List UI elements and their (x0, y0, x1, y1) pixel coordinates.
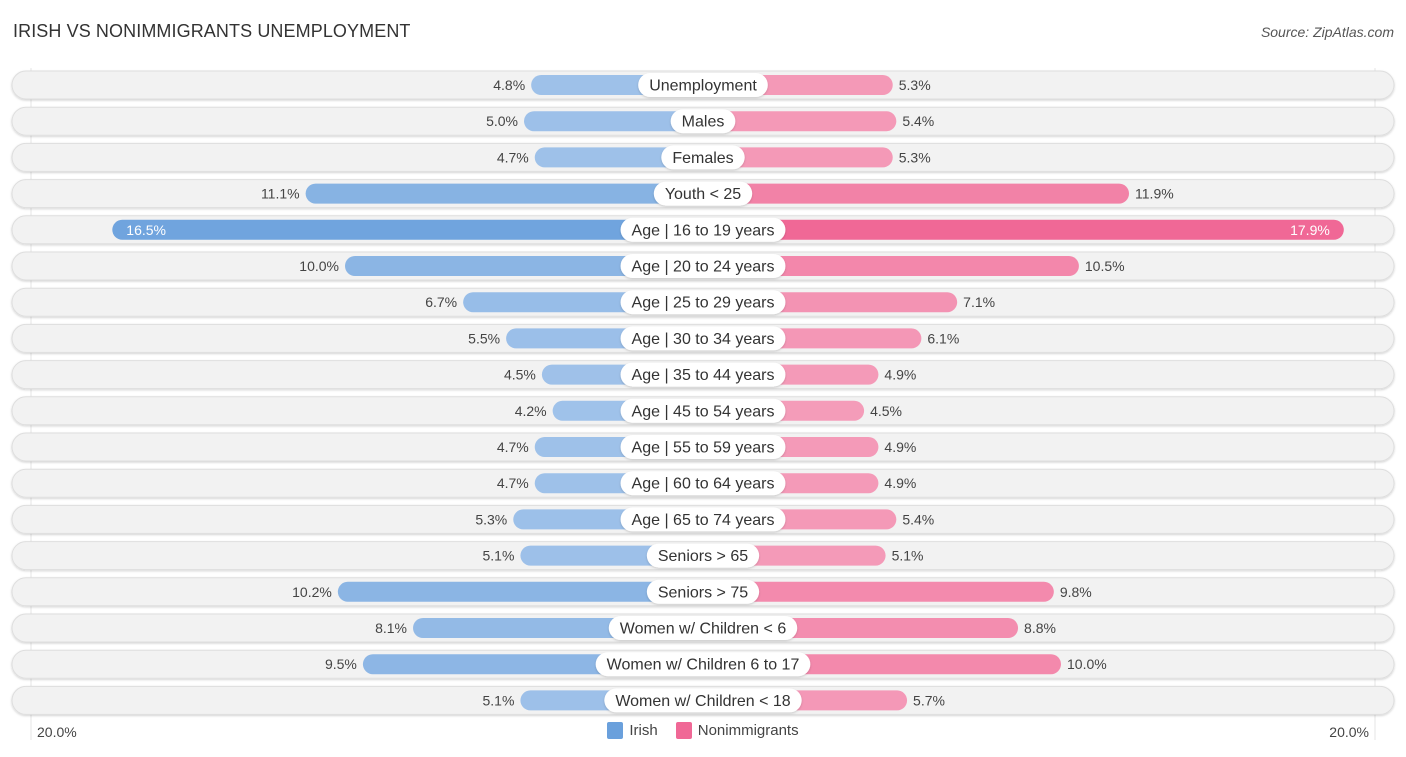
category-label: Women w/ Children < 6 (620, 621, 787, 638)
category-label: Age | 20 to 24 years (632, 259, 775, 276)
bar-row: 4.7% 4.9% Age | 60 to 64 years (11, 468, 1395, 498)
legend-item-irish[interactable]: Irish (607, 722, 658, 739)
value-label-irish: 5.0% (486, 113, 518, 129)
category-label: Age | 60 to 64 years (632, 476, 775, 493)
bar-row: 5.1% 5.7% Women w/ Children < 18 (11, 685, 1395, 715)
value-label-nonimmigrants: 8.8% (1024, 620, 1056, 636)
value-label-irish: 4.8% (493, 77, 525, 93)
value-label-nonimmigrants: 4.9% (884, 475, 916, 491)
value-label-nonimmigrants: 5.4% (902, 113, 934, 129)
category-label: Age | 35 to 44 years (632, 367, 775, 384)
value-label-irish: 10.0% (299, 258, 339, 274)
chart-area: 4.8% 5.3% Unemployment 5.0% 5.4% Males 4.7% 5.3… (11, 68, 1395, 740)
value-label-irish: 6.7% (425, 294, 457, 310)
bar-row: 16.5% 17.9% Age | 16 to 19 years (11, 215, 1395, 245)
value-label-irish: 9.5% (325, 656, 357, 672)
category-label: Age | 30 to 34 years (632, 331, 775, 348)
category-label: Females (672, 150, 733, 167)
category-label: Males (682, 114, 725, 131)
legend-swatch-irish (607, 722, 624, 739)
value-label-irish: 4.7% (497, 439, 529, 455)
bar-row: 8.1% 8.8% Women w/ Children < 6 (11, 613, 1395, 643)
category-label: Women w/ Children 6 to 17 (607, 657, 800, 674)
value-label-irish: 4.2% (515, 403, 547, 419)
legend-label-nonimmigrants: Nonimmigrants (697, 722, 799, 739)
bar-row: 4.7% 5.3% Females (11, 142, 1395, 172)
value-label-irish: 8.1% (375, 620, 407, 636)
category-label: Seniors > 65 (658, 548, 748, 565)
value-label-nonimmigrants: 4.5% (870, 403, 902, 419)
value-label-irish: 11.1% (261, 186, 300, 202)
bar-row: 11.1% 11.9% Youth < 25 (11, 179, 1395, 209)
bar-irish (305, 183, 703, 204)
bar-row: 4.8% 5.3% Unemployment (11, 70, 1395, 100)
bar-row: 6.7% 7.1% Age | 25 to 29 years (11, 287, 1395, 317)
legend-item-nonimmigrants[interactable]: Nonimmigrants (675, 722, 799, 739)
category-label: Age | 55 to 59 years (632, 440, 775, 457)
value-label-irish: 10.2% (292, 584, 332, 600)
category-label: Women w/ Children < 18 (615, 693, 790, 710)
category-label: Seniors > 75 (658, 584, 748, 601)
value-label-irish: 4.7% (497, 149, 529, 165)
legend-swatch-nonimmigrants (675, 722, 692, 739)
bar-row: 5.1% 5.1% Seniors > 65 (11, 541, 1395, 571)
value-label-nonimmigrants: 10.0% (1067, 656, 1107, 672)
category-label: Unemployment (649, 78, 757, 95)
value-label-nonimmigrants: 9.8% (1060, 584, 1092, 600)
bar-row: 5.3% 5.4% Age | 65 to 74 years (11, 504, 1395, 534)
value-label-nonimmigrants: 6.1% (927, 330, 959, 346)
value-label-nonimmigrants: 10.5% (1085, 258, 1125, 274)
bar-nonimmigrants (703, 183, 1130, 204)
category-label: Youth < 25 (665, 186, 741, 203)
bar-row: 9.5% 10.0% Women w/ Children 6 to 17 (11, 649, 1395, 679)
value-label-irish: 5.1% (482, 548, 514, 564)
value-label-nonimmigrants: 11.9% (1135, 186, 1174, 202)
value-label-irish: 4.5% (504, 367, 536, 383)
value-label-irish: 5.1% (482, 692, 514, 708)
value-label-nonimmigrants: 4.9% (884, 439, 916, 455)
value-label-nonimmigrants: 5.1% (892, 548, 924, 564)
value-label-nonimmigrants: 17.9% (1290, 222, 1330, 238)
bar-row: 10.2% 9.8% Seniors > 75 (11, 577, 1395, 607)
bar-irish (112, 219, 704, 240)
value-label-irish: 5.5% (468, 330, 500, 346)
value-label-irish: 4.7% (497, 475, 529, 491)
legend-label-irish: Irish (629, 722, 658, 739)
bar-nonimmigrants (703, 219, 1344, 240)
category-label: Age | 45 to 54 years (632, 403, 775, 420)
value-label-nonimmigrants: 4.9% (884, 367, 916, 383)
bar-row: 5.5% 6.1% Age | 30 to 34 years (11, 323, 1395, 353)
bar-row: 10.0% 10.5% Age | 20 to 24 years (11, 251, 1395, 281)
value-label-irish: 5.3% (475, 511, 507, 527)
value-label-nonimmigrants: 5.4% (902, 511, 934, 527)
legend: Irish Nonimmigrants (0, 722, 1406, 739)
bar-row: 5.0% 5.4% Males (11, 106, 1395, 136)
value-label-irish: 16.5% (126, 222, 166, 238)
value-label-nonimmigrants: 5.7% (913, 692, 945, 708)
value-label-nonimmigrants: 5.3% (899, 77, 931, 93)
bar-row: 4.2% 4.5% Age | 45 to 54 years (11, 396, 1395, 426)
category-label: Age | 65 to 74 years (632, 512, 775, 529)
bar-row: 4.7% 4.9% Age | 55 to 59 years (11, 432, 1395, 462)
value-label-nonimmigrants: 5.3% (899, 149, 931, 165)
category-label: Age | 25 to 29 years (632, 295, 775, 312)
bar-row: 4.5% 4.9% Age | 35 to 44 years (11, 360, 1395, 390)
category-label: Age | 16 to 19 years (632, 222, 775, 239)
value-label-nonimmigrants: 7.1% (963, 294, 995, 310)
